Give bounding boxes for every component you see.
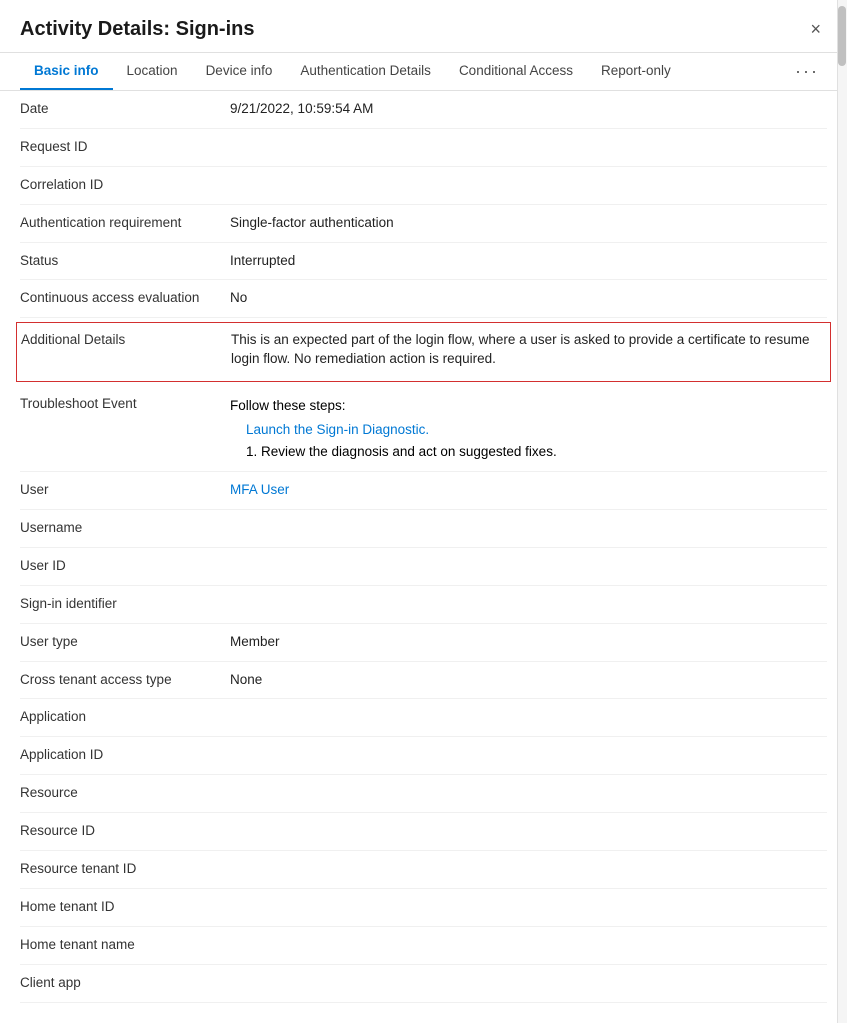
label-user-type: User type	[20, 633, 230, 652]
label-cross-tenant: Cross tenant access type	[20, 671, 230, 690]
tab-auth-details[interactable]: Authentication Details	[286, 53, 445, 90]
content-area: Date 9/21/2022, 10:59:54 AM Request ID C…	[0, 91, 847, 1023]
close-button[interactable]: ×	[804, 16, 827, 42]
label-continuous-access: Continuous access evaluation	[20, 289, 230, 308]
row-auth-requirement: Authentication requirement Single-factor…	[20, 205, 827, 243]
tabs-more-button[interactable]: ···	[787, 53, 827, 90]
value-user[interactable]: MFA User	[230, 481, 827, 500]
label-signin-identifier: Sign-in identifier	[20, 595, 230, 614]
panel-header: Activity Details: Sign-ins ×	[0, 0, 847, 53]
label-status: Status	[20, 252, 230, 271]
row-resource-tenant-id: Resource tenant ID	[20, 851, 827, 889]
label-additional-details: Additional Details	[21, 331, 231, 350]
row-user-type: User type Member	[20, 624, 827, 662]
row-user-id: User ID	[20, 548, 827, 586]
label-home-tenant-name: Home tenant name	[20, 936, 230, 955]
label-application: Application	[20, 708, 230, 727]
value-continuous-access: No	[230, 289, 827, 308]
label-home-tenant-id: Home tenant ID	[20, 898, 230, 917]
row-resource-id: Resource ID	[20, 813, 827, 851]
label-correlation-id: Correlation ID	[20, 176, 230, 195]
row-additional-details: Additional Details This is an expected p…	[16, 322, 831, 382]
row-application-id: Application ID	[20, 737, 827, 775]
label-username: Username	[20, 519, 230, 538]
label-client-app: Client app	[20, 974, 230, 993]
tab-report-only[interactable]: Report-only	[587, 53, 685, 90]
row-correlation-id: Correlation ID	[20, 167, 827, 205]
row-continuous-access: Continuous access evaluation No	[20, 280, 827, 318]
row-cross-tenant: Cross tenant access type None	[20, 662, 827, 700]
launch-diagnostic-link[interactable]: Launch the Sign-in Diagnostic.	[246, 419, 827, 441]
label-request-id: Request ID	[20, 138, 230, 157]
row-user: User MFA User	[20, 472, 827, 510]
row-signin-identifier: Sign-in identifier	[20, 586, 827, 624]
label-application-id: Application ID	[20, 746, 230, 765]
label-resource: Resource	[20, 784, 230, 803]
tab-bar: Basic info Location Device info Authenti…	[0, 53, 847, 91]
troubleshoot-content: Follow these steps: Launch the Sign-in D…	[230, 395, 827, 462]
row-date: Date 9/21/2022, 10:59:54 AM	[20, 91, 827, 129]
troubleshoot-step: 1. Review the diagnosis and act on sugge…	[246, 444, 557, 459]
panel-title: Activity Details: Sign-ins	[20, 18, 255, 41]
label-auth-requirement: Authentication requirement	[20, 214, 230, 233]
value-cross-tenant: None	[230, 671, 827, 690]
row-home-tenant-id: Home tenant ID	[20, 889, 827, 927]
tab-device-info[interactable]: Device info	[192, 53, 287, 90]
label-troubleshoot: Troubleshoot Event	[20, 395, 230, 414]
row-home-tenant-name: Home tenant name	[20, 927, 827, 965]
activity-details-panel: Activity Details: Sign-ins × Basic info …	[0, 0, 847, 1023]
label-user-id: User ID	[20, 557, 230, 576]
label-resource-id: Resource ID	[20, 822, 230, 841]
label-date: Date	[20, 100, 230, 119]
row-application: Application	[20, 699, 827, 737]
value-status: Interrupted	[230, 252, 827, 271]
row-status: Status Interrupted	[20, 243, 827, 281]
value-auth-requirement: Single-factor authentication	[230, 214, 827, 233]
row-request-id: Request ID	[20, 129, 827, 167]
tab-location[interactable]: Location	[113, 53, 192, 90]
tab-conditional-access[interactable]: Conditional Access	[445, 53, 587, 90]
scrollbar-thumb[interactable]	[838, 6, 846, 66]
row-troubleshoot: Troubleshoot Event Follow these steps: L…	[20, 386, 827, 472]
troubleshoot-follow-text: Follow these steps:	[230, 398, 346, 413]
row-username: Username	[20, 510, 827, 548]
value-user-type: Member	[230, 633, 827, 652]
scrollbar-track[interactable]	[837, 0, 847, 1023]
label-user: User	[20, 481, 230, 500]
value-date: 9/21/2022, 10:59:54 AM	[230, 100, 827, 119]
row-resource: Resource	[20, 775, 827, 813]
tab-basic-info[interactable]: Basic info	[20, 53, 113, 90]
value-additional-details: This is an expected part of the login fl…	[231, 331, 826, 369]
label-resource-tenant-id: Resource tenant ID	[20, 860, 230, 879]
row-client-app: Client app	[20, 965, 827, 1003]
